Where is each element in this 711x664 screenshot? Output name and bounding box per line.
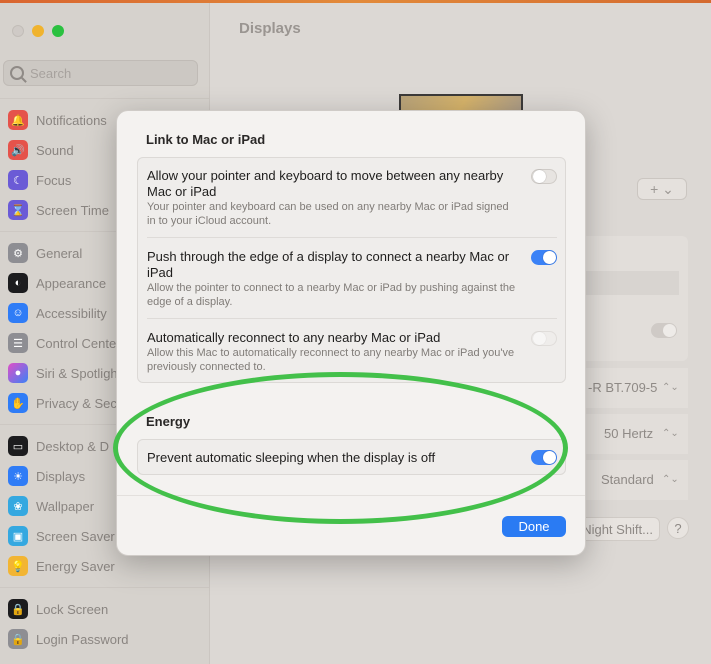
row-title: Allow your pointer and keyboard to move … bbox=[147, 168, 504, 199]
minimize-button[interactable] bbox=[32, 25, 44, 37]
sidebar-divider bbox=[0, 587, 209, 588]
page-title: Displays bbox=[239, 20, 301, 37]
sidebar-item-label: Privacy & Sec bbox=[36, 395, 117, 411]
sidebar-item-label: Focus bbox=[36, 172, 72, 188]
sidebar-item-login-password[interactable]: 🔒 Login Password bbox=[8, 627, 208, 651]
row-divider bbox=[147, 237, 557, 238]
sidebar-divider bbox=[0, 98, 209, 99]
display-options-bar bbox=[579, 271, 679, 295]
sidebar-item-label: Lock Screen bbox=[36, 601, 109, 617]
row-title: Prevent automatic sleeping when the disp… bbox=[147, 450, 436, 465]
search-field[interactable]: Search bbox=[3, 60, 198, 86]
search-icon bbox=[10, 66, 24, 80]
desktop-icon: ▭ bbox=[8, 436, 28, 456]
link-section-title: Link to Mac or iPad bbox=[146, 132, 266, 147]
sidebar-item-label: Displays bbox=[36, 468, 86, 484]
sidebar-item-label: Control Cente bbox=[36, 335, 117, 351]
sidebar-item-label: Desktop & D bbox=[36, 438, 109, 454]
accessibility-icon: ☺ bbox=[8, 303, 28, 323]
sidebar-item-label: Wallpaper bbox=[36, 498, 95, 514]
row-description: Your pointer and keyboard can be used on… bbox=[147, 201, 509, 227]
toggle-knob bbox=[543, 451, 556, 464]
stepper-icon[interactable]: ⌃⌄ bbox=[662, 474, 679, 485]
help-button[interactable]: ? bbox=[667, 517, 689, 539]
dialog-footer-divider bbox=[117, 495, 585, 496]
color-profile-value[interactable]: -R BT.709-5 bbox=[588, 380, 657, 395]
sidebar-item-energy-saver[interactable]: 💡 Energy Saver bbox=[8, 554, 208, 578]
sidebar-item-label: Screen Time bbox=[36, 202, 109, 218]
done-button[interactable]: Done bbox=[502, 516, 566, 537]
lock-icon: 🔒 bbox=[8, 629, 28, 649]
row-divider bbox=[147, 318, 557, 319]
night-shift-button[interactable]: Night Shift... bbox=[578, 517, 660, 541]
background-toggle[interactable] bbox=[651, 323, 677, 338]
gear-icon: ⚙ bbox=[8, 243, 28, 263]
hand-icon: ✋ bbox=[8, 393, 28, 413]
toggle-knob bbox=[543, 251, 556, 264]
appearance-icon: ◐ bbox=[8, 273, 28, 293]
search-placeholder: Search bbox=[30, 66, 72, 81]
energy-settings-group: Prevent automatic sleeping when the disp… bbox=[137, 439, 566, 475]
row-title: Push through the edge of a display to co… bbox=[147, 249, 510, 280]
bulb-icon: 💡 bbox=[8, 556, 28, 576]
close-button[interactable] bbox=[12, 25, 24, 37]
row-description: Allow the pointer to connect to a nearby… bbox=[147, 282, 516, 308]
zoom-button[interactable] bbox=[52, 25, 64, 37]
control-center-icon: ☰ bbox=[8, 333, 28, 353]
stepper-icon[interactable]: ⌃⌄ bbox=[662, 428, 679, 439]
sun-icon: ☀ bbox=[8, 466, 28, 486]
resolution-value[interactable]: Standard bbox=[601, 472, 654, 487]
screen-saver-icon: ▣ bbox=[8, 526, 28, 546]
sidebar-item-label: Login Password bbox=[36, 631, 129, 647]
flower-icon: ❀ bbox=[8, 496, 28, 516]
sidebar-item-lock-screen[interactable]: 🔒 Lock Screen bbox=[8, 597, 208, 621]
lock-icon: 🔒 bbox=[8, 599, 28, 619]
bell-icon: 🔔 bbox=[8, 110, 28, 130]
toggle-knob bbox=[533, 332, 546, 345]
speaker-icon: 🔊 bbox=[8, 140, 28, 160]
moon-icon: ☾ bbox=[8, 170, 28, 190]
add-display-button[interactable]: + ⌄ bbox=[637, 178, 687, 200]
toggle-knob bbox=[533, 170, 546, 183]
hourglass-icon: ⌛ bbox=[8, 200, 28, 220]
link-settings-group: Allow your pointer and keyboard to move … bbox=[137, 157, 566, 383]
row-description: Allow this Mac to automatically reconnec… bbox=[147, 347, 515, 373]
pointer-keyboard-toggle[interactable] bbox=[531, 169, 557, 184]
sidebar-item-label: Notifications bbox=[36, 112, 107, 128]
advanced-display-settings-sheet: Link to Mac or iPad Allow your pointer a… bbox=[116, 110, 586, 556]
display-options-panel bbox=[579, 236, 688, 361]
prevent-sleep-toggle[interactable] bbox=[531, 450, 557, 465]
row-title: Automatically reconnect to any nearby Ma… bbox=[147, 330, 441, 345]
sidebar-item-label: Screen Saver bbox=[36, 528, 115, 544]
sidebar-item-label: Energy Saver bbox=[36, 558, 115, 574]
system-settings-window: Search 🔔 Notifications 🔊 Sound ☾ Focus ⌛… bbox=[0, 0, 711, 664]
stepper-icon[interactable]: ⌃⌄ bbox=[662, 382, 679, 393]
energy-section-title: Energy bbox=[146, 414, 191, 429]
sidebar-item-label: Appearance bbox=[36, 275, 107, 291]
sidebar-item-label: Sound bbox=[36, 142, 74, 158]
siri-icon: ● bbox=[8, 363, 28, 383]
sidebar-item-label: Accessibility bbox=[36, 305, 107, 321]
sidebar-item-label: General bbox=[36, 245, 83, 261]
sidebar-item-label: Siri & Spotligh bbox=[36, 365, 118, 381]
refresh-rate-value[interactable]: 50 Hertz bbox=[604, 426, 653, 441]
auto-reconnect-toggle[interactable] bbox=[531, 331, 557, 346]
push-through-edge-toggle[interactable] bbox=[531, 250, 557, 265]
